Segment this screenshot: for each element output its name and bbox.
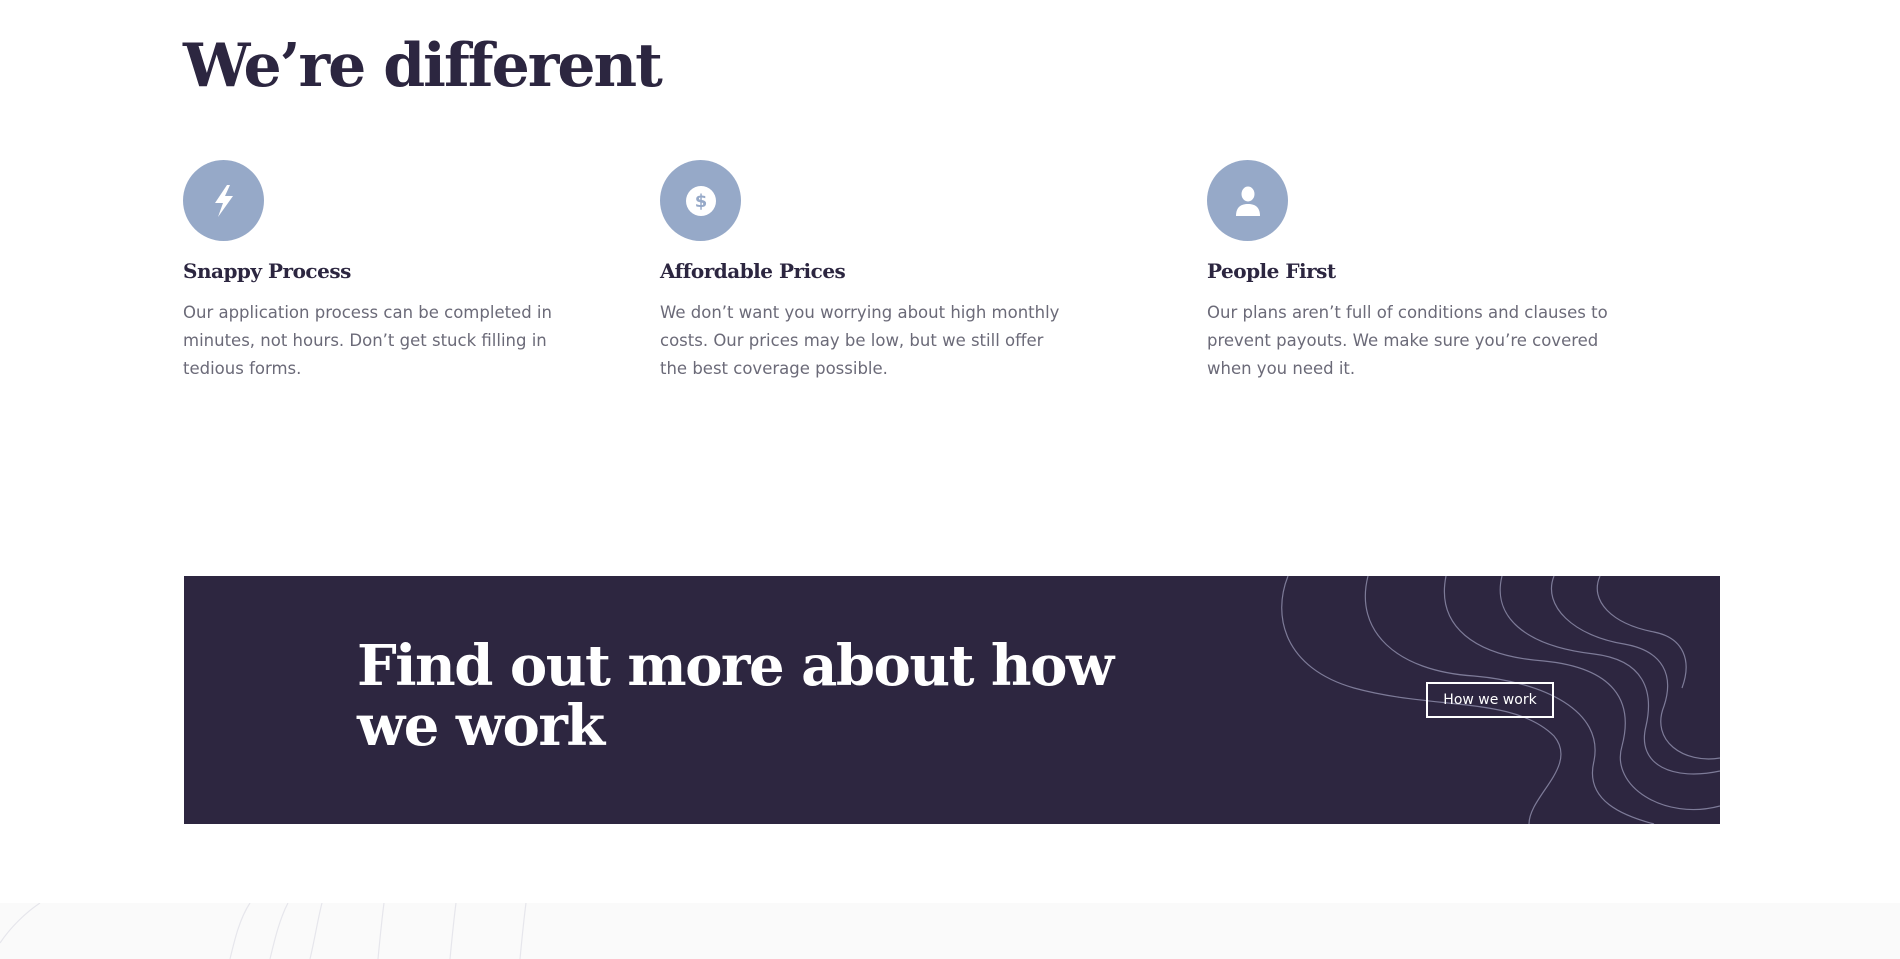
feature-text: Our plans aren’t full of conditions and … <box>1207 303 1608 378</box>
feature-text: Our application process can be completed… <box>183 303 552 378</box>
feature-heading: Snappy Process <box>183 259 351 283</box>
section-title: We’re different <box>183 31 663 101</box>
dollar-icon: $ <box>660 160 741 241</box>
feature-people-first: People First Our plans aren’t full of co… <box>1207 160 1617 383</box>
feature-text: We don’t want you worrying about high mo… <box>660 303 1060 378</box>
lightning-icon <box>183 160 264 241</box>
how-we-work-button[interactable]: How we work <box>1426 682 1554 718</box>
feature-heading: Affordable Prices <box>660 259 846 283</box>
feature-affordable-prices: $ Affordable Prices We don’t want you wo… <box>660 160 1070 383</box>
feature-heading: People First <box>1207 259 1336 283</box>
footer-topographic-pattern <box>0 903 527 959</box>
person-icon <box>1207 160 1288 241</box>
svg-text:$: $ <box>694 191 707 212</box>
cta-title: Find out more about how we work <box>357 633 1114 759</box>
footer-band <box>0 903 1900 959</box>
cta-banner: Find out more about how we work How we w… <box>184 576 1720 824</box>
feature-snappy-process: Snappy Process Our application process c… <box>183 160 593 383</box>
